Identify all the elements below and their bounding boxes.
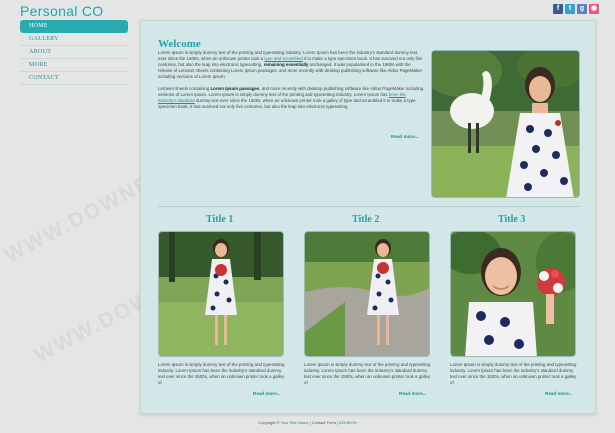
column-photo-3 bbox=[450, 231, 576, 357]
nav-item-home[interactable]: HOME bbox=[20, 20, 128, 33]
footer-site-link[interactable]: Your Site Name bbox=[281, 420, 309, 425]
nav-item-about[interactable]: ABOUT bbox=[20, 46, 128, 59]
welcome-read-more-link[interactable]: Read more... bbox=[391, 134, 419, 139]
column-title-2: Title 2 bbox=[352, 214, 380, 225]
welcome-title: Welcome bbox=[158, 38, 201, 50]
googleplus-icon[interactable]: g bbox=[577, 4, 587, 14]
nav-item-contact[interactable]: CONTACT bbox=[20, 72, 128, 85]
nav-item-more[interactable]: MORE bbox=[20, 59, 128, 72]
column-read-more-2[interactable]: Read more... bbox=[399, 391, 427, 396]
welcome-paragraph-2: Letraset sheets containing Lorem Ipsum p… bbox=[158, 86, 424, 110]
column-photo-2-image bbox=[305, 232, 429, 356]
rss-icon[interactable]: ◉ bbox=[589, 4, 599, 14]
text-span: Letraset sheets containing bbox=[158, 86, 211, 91]
twitter-icon[interactable]: t bbox=[565, 4, 575, 14]
logo-title: Personal CO bbox=[20, 3, 104, 19]
main-nav: HOME GALLERY ABOUT MORE CONTACT bbox=[20, 20, 128, 85]
column-text-1: Lorem Ipsum is simply dummy text of the … bbox=[158, 362, 285, 385]
column-photo-1-image bbox=[159, 232, 283, 356]
column-title-1: Title 1 bbox=[206, 214, 234, 225]
column-read-more-1[interactable]: Read more... bbox=[253, 391, 281, 396]
column-photo-3-image bbox=[451, 232, 575, 356]
column-title-3: Title 3 bbox=[498, 214, 526, 225]
hero-photo bbox=[431, 50, 580, 198]
column-text-2: Lorem Ipsum is simply dummy text of the … bbox=[304, 362, 431, 385]
facebook-icon[interactable]: f bbox=[553, 4, 563, 14]
column-photo-1 bbox=[158, 231, 284, 357]
footer-middle: | Contact Form | bbox=[308, 420, 340, 425]
footer-author-link[interactable]: BOUBOH bbox=[339, 420, 356, 425]
bold-text: Lorem Ipsum passages bbox=[210, 86, 260, 91]
inline-link[interactable]: type and scrambled bbox=[264, 56, 302, 61]
welcome-paragraph-1: Lorem Ipsum is simply dummy text of the … bbox=[158, 50, 424, 80]
column-text-3: Lorem Ipsum is simply dummy text of the … bbox=[450, 362, 577, 385]
site-footer: Copyright © Your Site Name | Contact For… bbox=[0, 420, 615, 425]
bold-text: remaining essentially bbox=[263, 62, 309, 67]
text-span: dummy text ever since the 1500s, when an… bbox=[158, 98, 416, 109]
welcome-text: Lorem Ipsum is simply dummy text of the … bbox=[158, 50, 424, 116]
content-panel: Welcome Lorem Ipsum is simply dummy text… bbox=[140, 20, 596, 414]
social-links: f t g ◉ bbox=[553, 4, 599, 14]
hero-photo-image bbox=[432, 51, 579, 197]
section-divider bbox=[158, 206, 580, 207]
nav-item-gallery[interactable]: GALLERY bbox=[20, 33, 128, 46]
column-read-more-3[interactable]: Read more... bbox=[545, 391, 573, 396]
column-photo-2 bbox=[304, 231, 430, 357]
footer-prefix: Copyright © bbox=[258, 420, 281, 425]
